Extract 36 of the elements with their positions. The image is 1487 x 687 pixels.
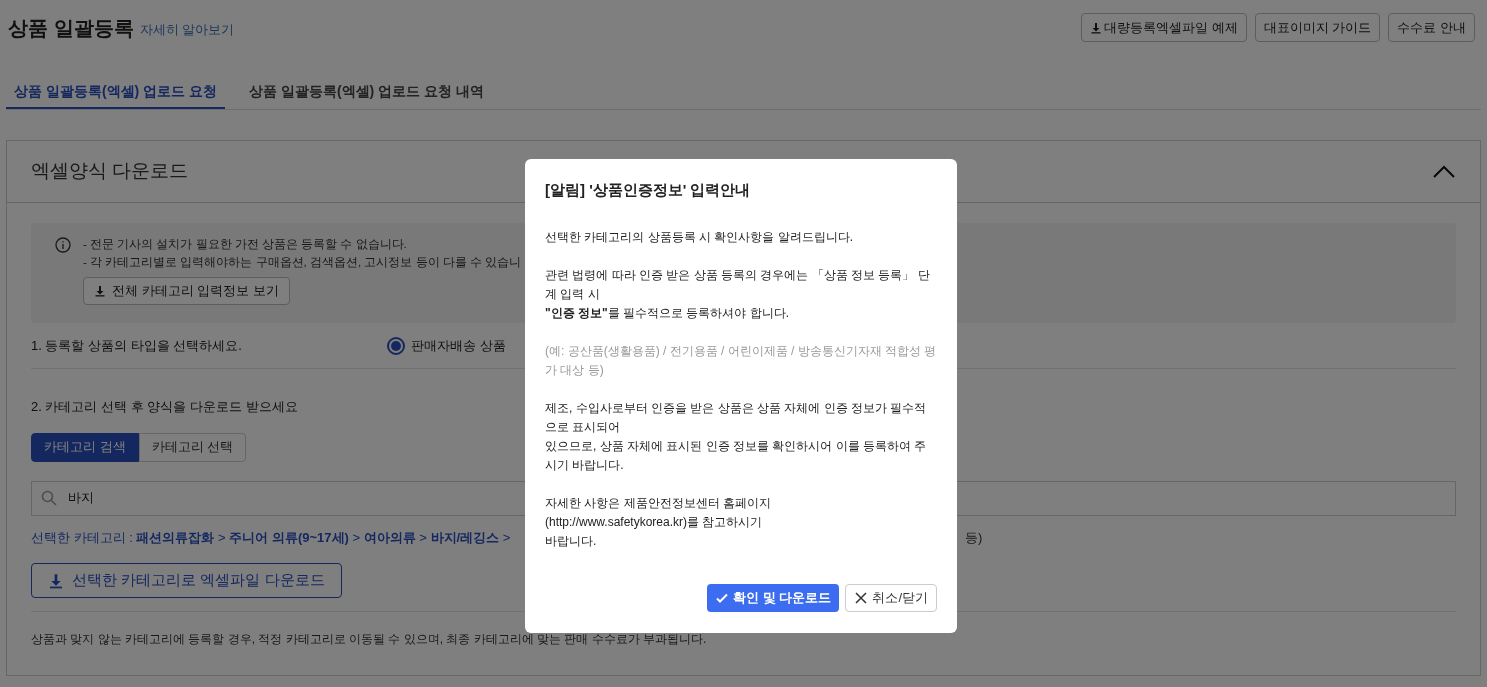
radio-label: 판매자배송 상품	[411, 336, 506, 355]
dialog-paragraph: 선택한 카테고리의 상품등록 시 확인사항을 알려드립니다.	[545, 228, 854, 246]
selected-category-path: 등)	[965, 528, 983, 547]
step-label: 2. 카테고리 선택 후 양식을 다운로드 받으세요	[31, 398, 298, 416]
header-button[interactable]: 대표이미지 가이드	[1254, 13, 1381, 42]
check-icon	[715, 591, 730, 605]
header-button[interactable]: 수수료 안내	[1388, 13, 1475, 42]
download-icon	[94, 285, 106, 297]
chevron-up-icon[interactable]	[1432, 163, 1456, 180]
step-label: 1. 등록할 상품의 타입을 선택하세요.	[31, 336, 243, 355]
dialog-title: [알림] '상품인증정보' 입력안내	[545, 180, 752, 200]
tab[interactable]: 상품 일괄등록(엑셀) 업로드 요청	[6, 76, 225, 109]
excel-download-button[interactable]: 선택한 카테고리로 엑셀파일 다운로드	[31, 563, 342, 598]
download-icon	[48, 572, 64, 589]
header-button[interactable]: 대량등록엑셀파일 예제	[1081, 13, 1247, 42]
cancel-close-button[interactable]: 취소/닫기	[845, 584, 937, 612]
section-title: 엑셀양식 다운로드	[31, 159, 189, 184]
dialog-paragraph: (예: 공산품(생활용품) / 전기용품 / 어린이제품 / 방송통신기자재 적합성 평가 대상 등)	[545, 342, 937, 379]
category-info-button[interactable]: 전체 카테고리 입력정보 보기	[83, 277, 290, 305]
selected-category-path: 선택한 카테고리 : 패션의류잡화 > 주니어 의류(9~17세) > 여아의류 > 바지/레깅스 >	[31, 528, 511, 547]
mode-tab[interactable]: 카테고리 검색	[31, 432, 139, 462]
radio-button[interactable]	[387, 336, 405, 355]
tab[interactable]: 상품 일괄등록(엑셀) 업로드 요청 내역	[241, 76, 492, 109]
page-title: 상품 일괄등록	[8, 15, 134, 41]
download-icon	[1090, 21, 1103, 34]
search-icon	[41, 489, 57, 506]
footnote-text: 상품과 맞지 않는 카테고리에 등록할 경우, 적정 카테고리로 이동될 수 있으며, 최종 카테고리에 맞는 판매 수수료가 부과됩니다.	[31, 631, 708, 648]
close-icon	[854, 591, 869, 605]
notice-text: - 각 카테고리별로 입력해야하는 구매옵션, 검색옵션, 고시정보 등이 다를 수 있습니	[83, 255, 522, 270]
dialog-paragraph: 제조, 수입사로부터 인증을 받은 상품은 상품 자체에 인증 정보가 필수적으로 표시되어 있으므로, 상품 자체에 표시된 인증 정보를 확인하시어 이를 등록하여 주시기 바랍니다.	[545, 399, 928, 474]
mode-tab[interactable]: 카테고리 선택	[138, 432, 247, 462]
info-icon	[55, 237, 71, 253]
confirm-download-button[interactable]: 확인 및 다운로드	[707, 584, 840, 612]
help-link[interactable]: 자세히 알아보기	[139, 20, 235, 40]
notice-text: - 전문 기사의 설치가 필요한 가전 상품은 등록할 수 없습니다.	[83, 237, 408, 252]
dialog-paragraph: 관련 법령에 따라 인증 받은 상품 등록의 경우에는 「상품 정보 등록」 단계 입력 시 "인증 정보"를 필수적으로 등록하셔야 합니다.	[545, 266, 931, 322]
